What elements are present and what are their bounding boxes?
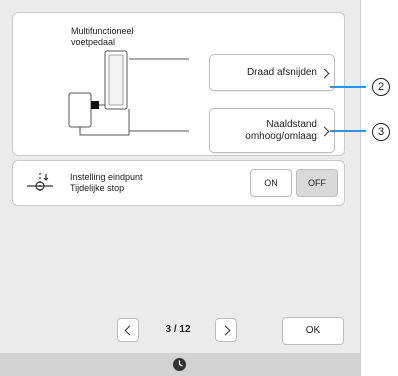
page-indicator: 3 / 12: [165, 324, 191, 335]
chevron-right-icon: [319, 68, 330, 79]
needle-position-button[interactable]: Naaldstand omhoog/omlaag: [209, 108, 335, 153]
chevron-left-icon: [124, 325, 135, 336]
needle-position-label: Naaldstand omhoog/omlaag: [245, 119, 317, 142]
settings-screen: Multifunctioneel voetpedaal Draad afsnij…: [0, 0, 361, 376]
end-point-icon: [27, 173, 53, 193]
chevron-right-icon: [220, 325, 231, 336]
ok-button[interactable]: OK: [282, 317, 344, 345]
callout-number-3: 3: [372, 123, 390, 141]
on-button[interactable]: ON: [250, 169, 292, 197]
callout-line-2: [330, 86, 366, 88]
next-page-button[interactable]: [215, 318, 237, 342]
callout-number-2: 2: [372, 78, 390, 96]
foot-pedal-diagram-icon: [68, 50, 189, 136]
callout-line-3: [330, 130, 366, 132]
previous-page-button[interactable]: [117, 318, 139, 342]
chevron-right-icon: [319, 126, 330, 137]
thread-cut-label: Draad afsnijden: [246, 67, 317, 78]
end-point-setting-row: Instelling eindpunt Tijdelijke stop ON O…: [12, 160, 345, 206]
clock-icon[interactable]: [172, 357, 187, 372]
panel-title: Multifunctioneel voetpedaal: [71, 26, 134, 47]
foot-pedal-panel: Multifunctioneel voetpedaal Draad afsnij…: [12, 12, 345, 156]
thread-cut-button[interactable]: Draad afsnijden: [209, 54, 335, 91]
off-button[interactable]: OFF: [296, 169, 338, 197]
end-point-label: Instelling eindpunt Tijdelijke stop: [70, 172, 143, 193]
